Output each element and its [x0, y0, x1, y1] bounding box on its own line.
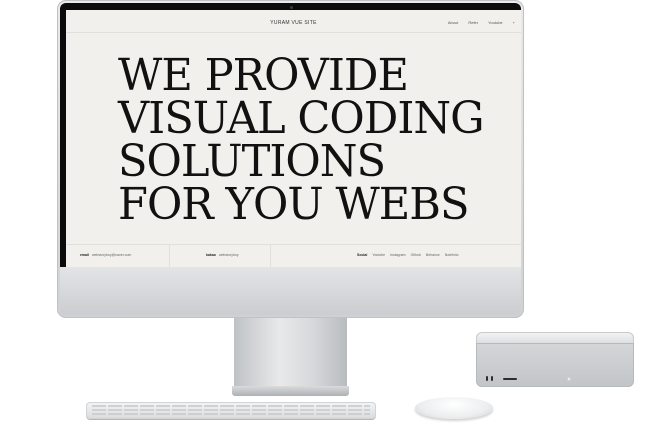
nav-item-refer[interactable]: Refer — [468, 20, 478, 25]
kakao-label: kakao — [206, 253, 216, 257]
site-nav: About Refer Youtube + — [448, 20, 515, 25]
power-led-icon — [568, 378, 570, 380]
nav-item-youtube[interactable]: Youtube — [488, 20, 503, 25]
hero-line-4: FOR YOU WEBS — [118, 179, 470, 230]
website-screen: YURAM VUE SITE About Refer Youtube + WE … — [66, 10, 521, 267]
key-row — [92, 409, 370, 411]
key-row — [92, 405, 370, 407]
imac-stand-base — [232, 386, 349, 396]
magic-keyboard — [86, 402, 376, 419]
screen-bezel: YURAM VUE SITE About Refer Youtube + WE … — [60, 3, 521, 267]
header-divider — [66, 32, 521, 33]
sd-slot-icon — [503, 378, 517, 380]
social-label: Social — [357, 253, 368, 257]
camera-icon — [290, 6, 293, 9]
site-footer: email webstoryboy@naver.com kakao webstory… — [66, 244, 521, 267]
magic-mouse — [415, 397, 493, 419]
email-label: email — [80, 253, 89, 257]
hero-heading: WE PROVIDE VISUAL CODING SOLUTIONS FOR Y… — [118, 50, 510, 230]
mac-studio — [476, 343, 634, 387]
usb-port-icon — [491, 376, 493, 381]
social-link-notefolio[interactable]: Notefolio — [445, 253, 459, 257]
footer-kakao: kakao webstoryboy — [206, 253, 239, 257]
footer-column-divider — [169, 244, 170, 267]
social-link-behance[interactable]: Behance — [426, 253, 440, 257]
footer-email: email webstoryboy@naver.com — [80, 253, 131, 257]
imac-stand — [234, 318, 347, 392]
hero-line-2: VISUAL CODING — [118, 93, 485, 144]
nav-plus-button[interactable]: + — [513, 20, 515, 25]
hero-line-3: SOLUTIONS — [118, 136, 386, 187]
email-link[interactable]: webstoryboy@naver.com — [92, 253, 131, 257]
imac-monitor: YURAM VUE SITE About Refer Youtube + WE … — [57, 0, 524, 318]
social-link-youtube[interactable]: Youtube — [372, 253, 385, 257]
social-link-instagram[interactable]: Instagram — [390, 253, 406, 257]
social-link-github[interactable]: Github — [411, 253, 421, 257]
imac-chin — [60, 267, 521, 315]
hero-line-1: WE PROVIDE — [118, 50, 409, 101]
usb-port-icon — [486, 376, 488, 381]
key-row — [92, 413, 370, 415]
kakao-link[interactable]: webstoryboy — [219, 253, 239, 257]
footer-socials: Social Youtube Instagram Github Behance … — [357, 253, 459, 257]
nav-item-about[interactable]: About — [448, 20, 458, 25]
footer-column-divider — [270, 244, 271, 267]
